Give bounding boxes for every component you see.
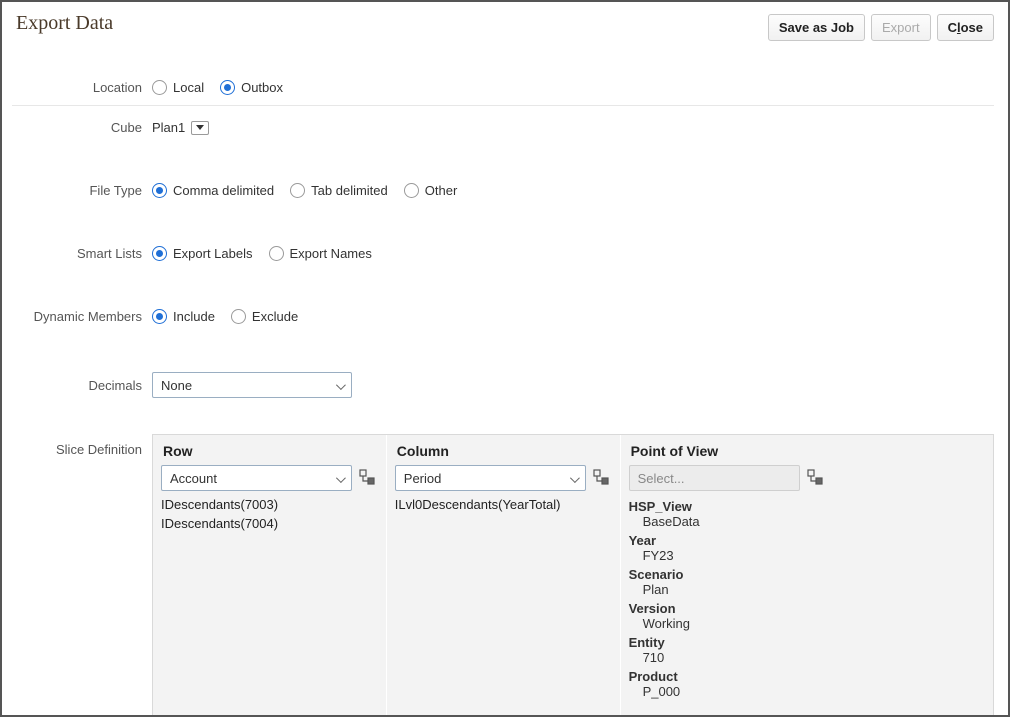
cube-dropdown[interactable]: Plan1	[152, 120, 209, 135]
radio-smartlists-names[interactable]: Export Names	[269, 246, 372, 261]
pov-dim-value[interactable]: BaseData	[629, 514, 985, 531]
pov-dim-name: Scenario	[629, 565, 985, 582]
pov-dim-value[interactable]: FY23	[629, 548, 985, 565]
row-slice-definition: Slice Definition Row Account	[2, 428, 994, 715]
row-decimals: Decimals None	[2, 366, 994, 404]
file-type-controls: Comma delimited Tab delimited Other	[152, 183, 457, 198]
pov-dim-value[interactable]: Plan	[629, 582, 985, 599]
list-item[interactable]: ILvl0Descendants(YearTotal)	[395, 495, 612, 514]
pov-list: HSP_View BaseData Year FY23 Scenario Pla…	[629, 497, 985, 701]
page-title: Export Data	[16, 12, 113, 35]
smart-lists-label: Smart Lists	[2, 246, 152, 261]
radio-file-type-tab[interactable]: Tab delimited	[290, 183, 388, 198]
list-item[interactable]: IDescendants(7004)	[161, 514, 378, 533]
radio-icon	[231, 309, 246, 324]
decimals-controls: None	[152, 372, 352, 398]
pov-dim-name: Product	[629, 667, 985, 684]
radio-icon	[404, 183, 419, 198]
chevron-down-icon	[336, 471, 343, 486]
member-selector-icon[interactable]	[358, 468, 378, 488]
pov-dim-value[interactable]: 710	[629, 650, 985, 667]
smart-lists-controls: Export Labels Export Names	[152, 246, 372, 261]
radio-label: Export Labels	[173, 246, 253, 261]
slice-table: Row Account	[152, 434, 994, 715]
slice-label: Slice Definition	[2, 434, 152, 457]
close-button[interactable]: Close	[937, 14, 994, 41]
radio-icon	[152, 183, 167, 198]
row-smart-lists: Smart Lists Export Labels Export Names	[2, 240, 994, 267]
close-prefix: C	[948, 20, 957, 35]
pov-dim-name: HSP_View	[629, 497, 985, 514]
radio-icon	[220, 80, 235, 95]
pov-dim-value[interactable]: Working	[629, 616, 985, 633]
file-type-label: File Type	[2, 183, 152, 198]
radio-location-local[interactable]: Local	[152, 80, 204, 95]
column-dimension-value: Period	[404, 471, 442, 486]
radio-icon	[152, 309, 167, 324]
cube-value: Plan1	[152, 120, 185, 135]
dialog-header: Export Data Save as Job Export Close	[2, 2, 1008, 47]
radio-label: Outbox	[241, 80, 283, 95]
cube-label: Cube	[2, 120, 152, 135]
row-file-type: File Type Comma delimited Tab delimited …	[2, 177, 994, 204]
close-suffix: ose	[961, 20, 983, 35]
pov-placeholder: Select...	[638, 471, 685, 486]
radio-icon	[152, 80, 167, 95]
location-controls: Local Outbox	[152, 80, 283, 95]
pov-dim-name: Year	[629, 531, 985, 548]
export-button: Export	[871, 14, 931, 41]
decimals-label: Decimals	[2, 378, 152, 393]
cube-controls: Plan1	[152, 120, 209, 135]
pov-dim-value[interactable]: P_000	[629, 684, 985, 701]
header-buttons: Save as Job Export Close	[768, 14, 994, 41]
dynamic-members-label: Dynamic Members	[2, 309, 152, 324]
row-dynamic-members: Dynamic Members Include Exclude	[2, 303, 994, 330]
pov-dim-name: Version	[629, 599, 985, 616]
pov-dimension-select[interactable]: Select...	[629, 465, 800, 491]
list-item[interactable]: IDescendants(7003)	[161, 495, 378, 514]
dynamic-members-controls: Include Exclude	[152, 309, 298, 324]
column-members-list: ILvl0Descendants(YearTotal)	[395, 495, 612, 514]
row-location: Location Local Outbox	[2, 62, 994, 101]
radio-label: Export Names	[290, 246, 372, 261]
slice-pov-header: Point of View	[621, 435, 993, 465]
pov-dim-name: Entity	[629, 633, 985, 650]
radio-dynamic-include[interactable]: Include	[152, 309, 215, 324]
radio-icon	[290, 183, 305, 198]
member-selector-icon[interactable]	[592, 468, 612, 488]
dialog-content: Location Local Outbox Cube Plan1 File Ty…	[2, 62, 1008, 715]
radio-label: Exclude	[252, 309, 298, 324]
radio-file-type-other[interactable]: Other	[404, 183, 458, 198]
column-dimension-select[interactable]: Period	[395, 465, 586, 491]
radio-location-outbox[interactable]: Outbox	[220, 80, 283, 95]
save-as-job-button[interactable]: Save as Job	[768, 14, 865, 41]
row-cube: Cube Plan1	[2, 114, 994, 141]
chevron-down-icon	[336, 378, 343, 393]
chevron-down-icon	[191, 121, 209, 135]
slice-column-header: Column	[387, 435, 620, 465]
radio-label: Local	[173, 80, 204, 95]
row-dimension-select[interactable]: Account	[161, 465, 352, 491]
row-dimension-value: Account	[170, 471, 217, 486]
decimals-value: None	[161, 378, 192, 393]
slice-col-row: Row Account	[153, 435, 387, 715]
member-selector-icon[interactable]	[806, 468, 826, 488]
radio-icon	[269, 246, 284, 261]
separator	[12, 105, 994, 106]
slice-col-column: Column Period	[387, 435, 621, 715]
chevron-down-icon	[570, 471, 577, 486]
radio-icon	[152, 246, 167, 261]
radio-label: Comma delimited	[173, 183, 274, 198]
radio-file-type-comma[interactable]: Comma delimited	[152, 183, 274, 198]
decimals-select[interactable]: None	[152, 372, 352, 398]
slice-col-pov: Point of View Select...	[621, 435, 993, 715]
radio-label: Other	[425, 183, 458, 198]
row-members-list: IDescendants(7003) IDescendants(7004)	[161, 495, 378, 533]
radio-label: Include	[173, 309, 215, 324]
radio-label: Tab delimited	[311, 183, 388, 198]
radio-dynamic-exclude[interactable]: Exclude	[231, 309, 298, 324]
slice-row-header: Row	[153, 435, 386, 465]
location-label: Location	[2, 80, 152, 95]
radio-smartlists-labels[interactable]: Export Labels	[152, 246, 253, 261]
